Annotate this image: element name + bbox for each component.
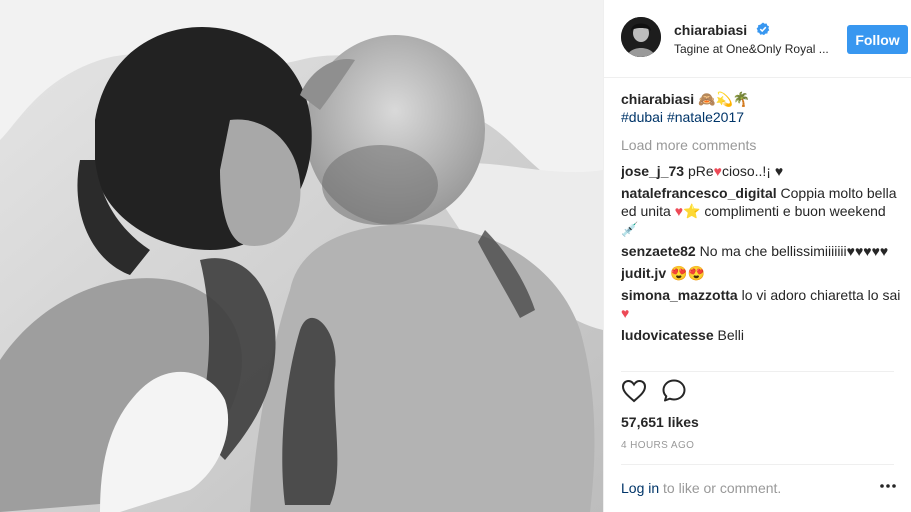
comment-item: senzaete82 No ma che bellissimiiiiiii♥♥♥…: [621, 242, 906, 260]
login-prompt-text: to like or comment.: [659, 480, 782, 496]
heart-emoji: ♥: [713, 163, 722, 179]
comment-username[interactable]: senzaete82: [621, 243, 696, 259]
comment-bubble-icon[interactable]: [661, 378, 687, 404]
avatar-image: [621, 17, 661, 57]
comment-text: lo vi adoro chiaretta lo sai: [741, 287, 901, 303]
footer-divider: [621, 464, 894, 465]
divider: [621, 371, 894, 372]
avatar[interactable]: [621, 17, 661, 57]
caption-username[interactable]: chiarabiasi: [621, 91, 694, 107]
post-timestamp[interactable]: 4 HOURS AGO: [621, 440, 694, 451]
login-prompt: Log in to like or comment.: [621, 480, 781, 496]
comments-section: chiarabiasi 🙈💫🌴 #dubai #natale2017 Load …: [621, 90, 906, 370]
likes-count[interactable]: 57,651 likes: [621, 414, 699, 430]
comment-username[interactable]: simona_mazzotta: [621, 287, 738, 303]
follow-button[interactable]: Follow: [847, 25, 908, 54]
comment-text: No ma che bellissimiiiiiii♥♥♥♥♥: [699, 243, 889, 259]
comment-item: simona_mazzotta lo vi adoro chiaretta lo…: [621, 286, 906, 322]
comment-text: 😍😍: [670, 265, 705, 281]
comment-text: pRe: [687, 163, 714, 179]
comment-item: natalefrancesco_digital Coppia molto bel…: [621, 184, 906, 238]
comment-username[interactable]: ludovicatesse: [621, 327, 714, 343]
comment-item: ludovicatesse Belli: [621, 326, 906, 344]
username-link[interactable]: chiarabiasi: [674, 22, 747, 38]
comment-username[interactable]: jose_j_73: [621, 163, 684, 179]
verified-badge-icon: [756, 22, 770, 36]
location-link[interactable]: Tagine at One&Only Royal ...: [674, 42, 829, 56]
load-more-comments-link[interactable]: Load more comments: [621, 136, 906, 154]
comment-text: cioso..!¡ ♥: [721, 163, 784, 179]
comment-item: jose_j_73 pRe♥cioso..!¡ ♥: [621, 162, 906, 180]
hashtag-link[interactable]: #natale2017: [667, 108, 744, 126]
heart-outline-icon[interactable]: [621, 378, 647, 404]
comment-item: judit.jv 😍😍: [621, 264, 906, 282]
caption-text: 🙈💫🌴: [698, 91, 751, 107]
comment-text: Belli: [717, 327, 744, 343]
heart-emoji: ♥: [674, 203, 684, 219]
post-header: chiarabiasi Tagine at One&Only Royal ...…: [604, 0, 911, 78]
comment-username[interactable]: judit.jv: [621, 265, 666, 281]
post-side-panel: chiarabiasi Tagine at One&Only Royal ...…: [603, 0, 911, 512]
caption: chiarabiasi 🙈💫🌴 #dubai #natale2017: [621, 90, 906, 126]
post-photo-image: [0, 0, 603, 512]
post-photo[interactable]: [0, 0, 603, 512]
hashtag-link[interactable]: #dubai: [621, 108, 663, 126]
more-dots-icon[interactable]: [878, 478, 898, 494]
login-link[interactable]: Log in: [621, 480, 659, 496]
heart-emoji: ♥: [621, 305, 630, 321]
comment-username[interactable]: natalefrancesco_digital: [621, 185, 777, 201]
